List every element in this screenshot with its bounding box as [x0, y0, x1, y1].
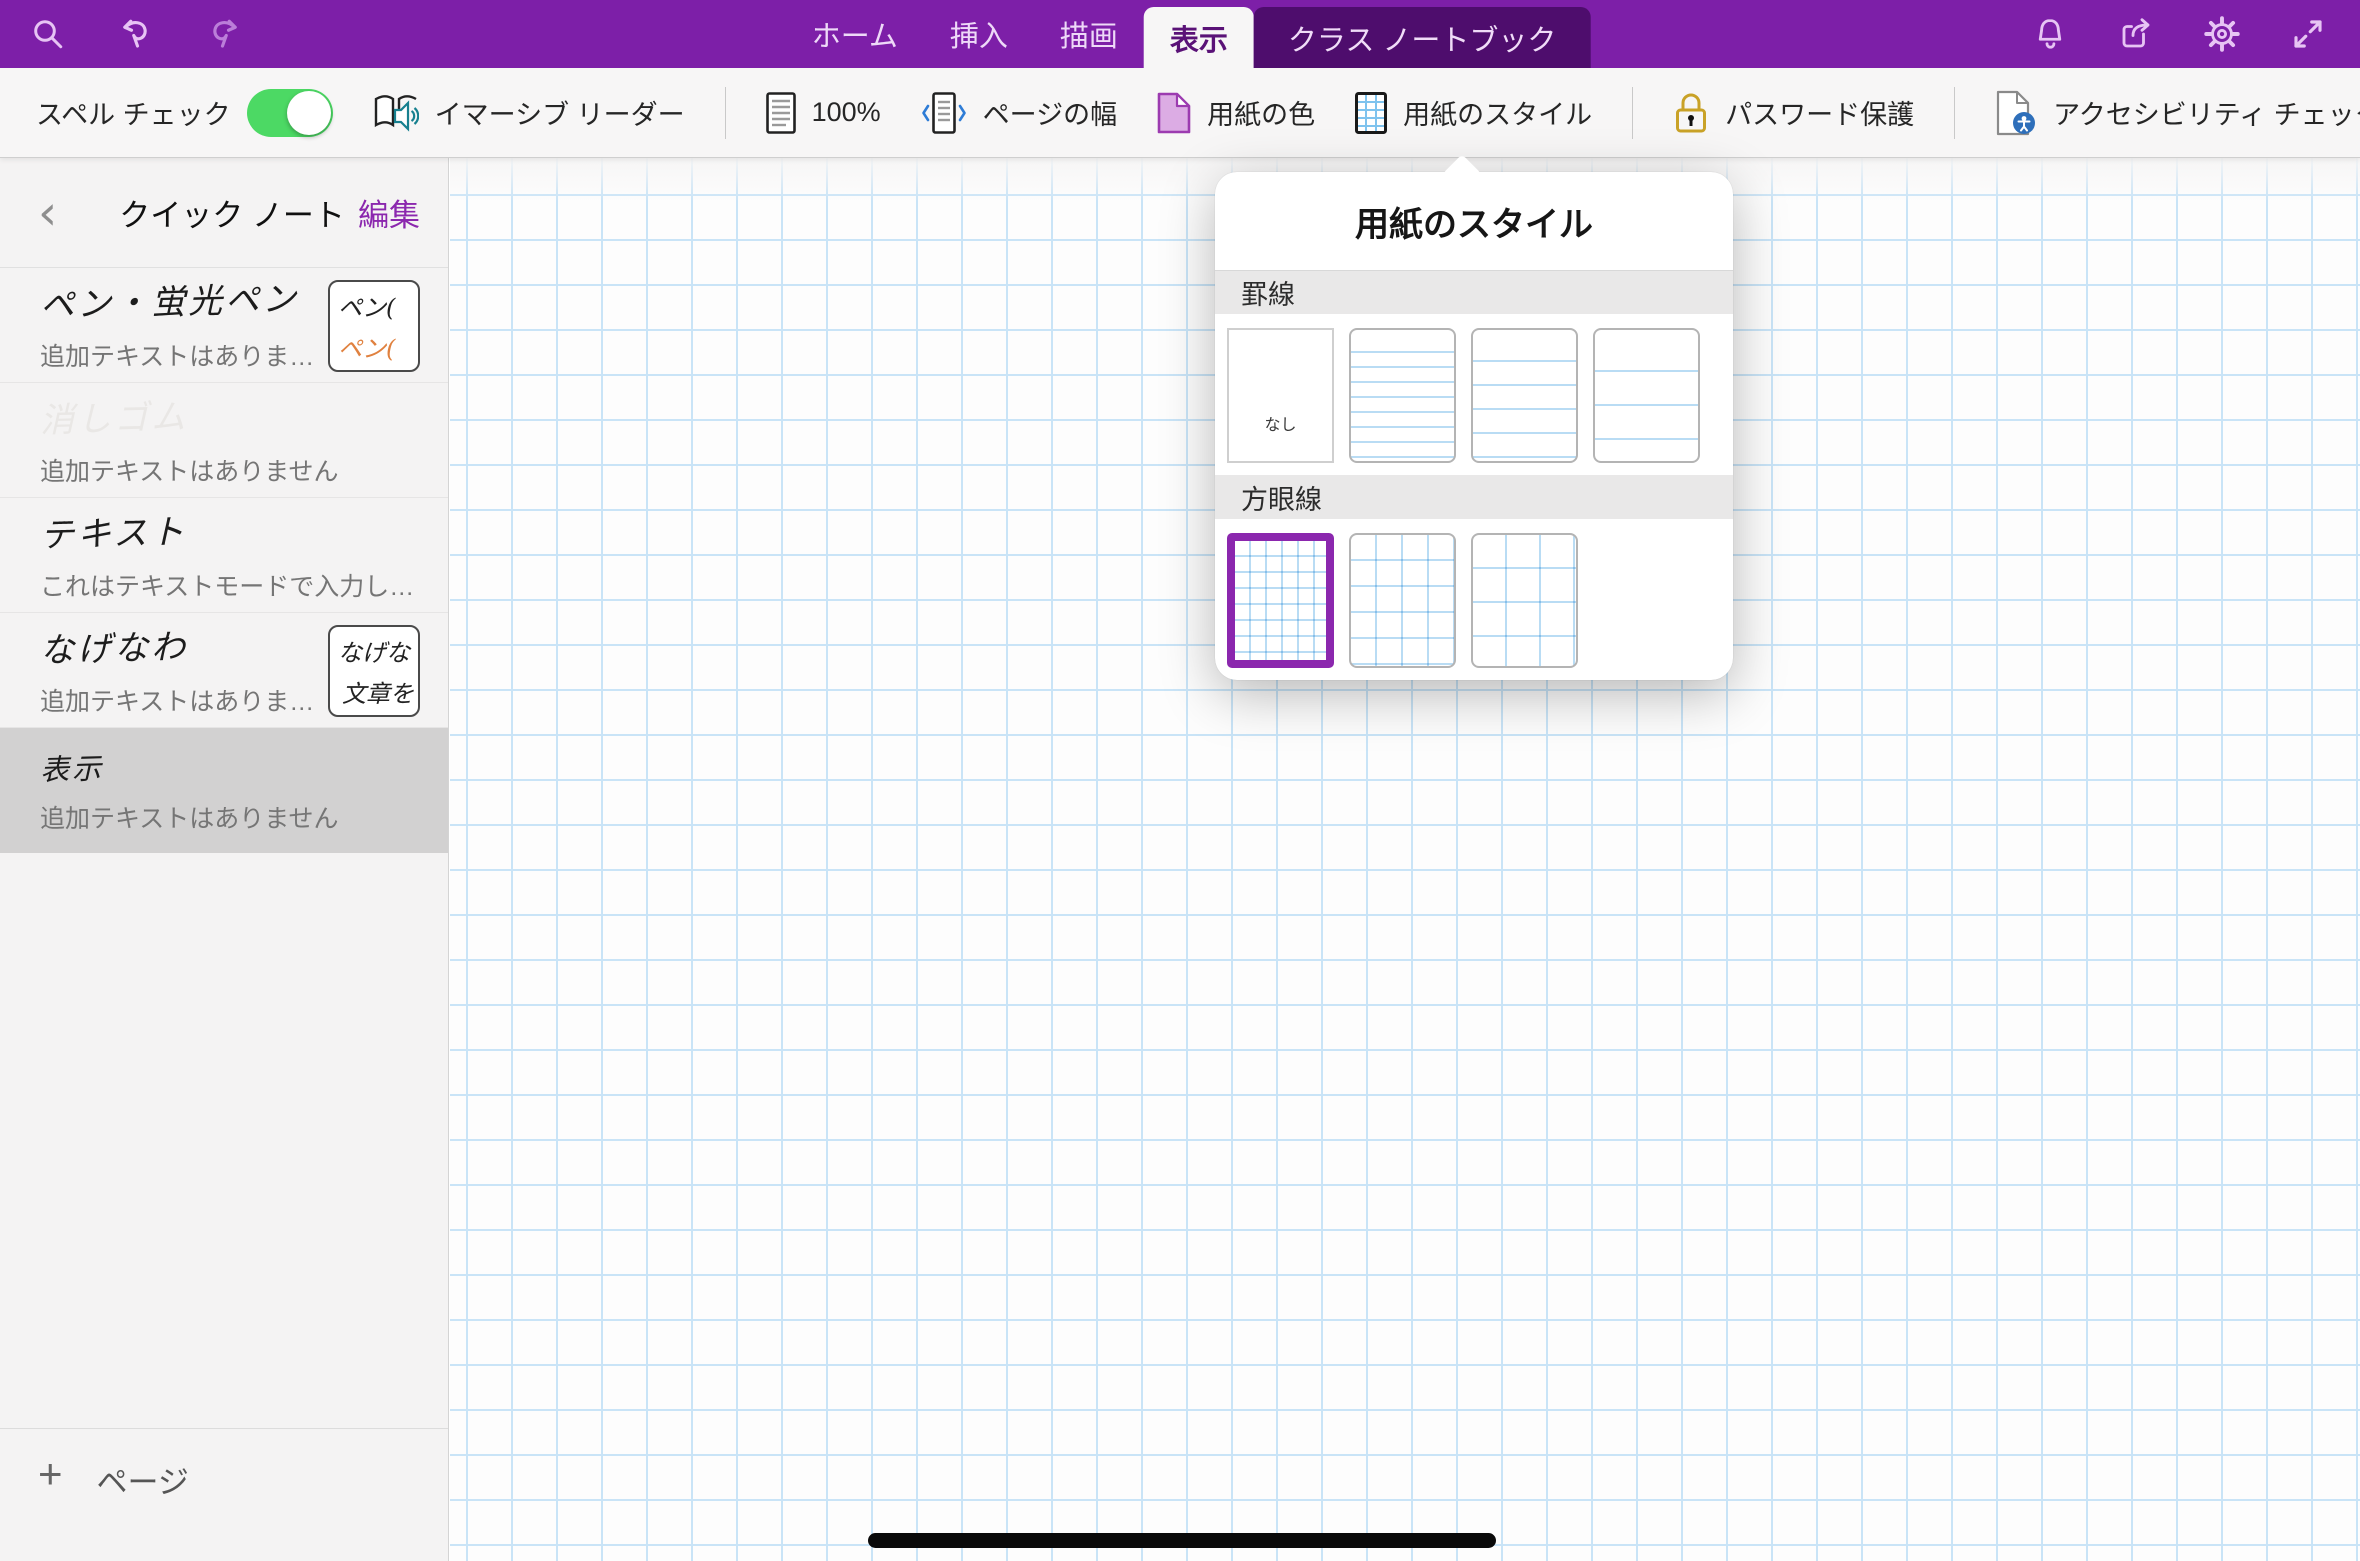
tab-home[interactable]: ホーム [786, 0, 924, 68]
tab-insert[interactable]: 挿入 [924, 0, 1034, 68]
spell-check-group: スペル チェック [36, 89, 333, 137]
ruled-options-row: なし [1215, 314, 1733, 475]
section-ruled-lines: 罫線 [1215, 270, 1733, 314]
tab-view[interactable]: 表示 [1144, 7, 1254, 68]
spell-check-toggle[interactable] [247, 89, 333, 137]
sidebar-header: ‹ クイック ノート 編集 [0, 158, 448, 268]
paper-style-option-ruled-medium[interactable] [1471, 328, 1578, 463]
page-subtitle: 追加テキストはありません [40, 452, 448, 488]
page-item-pen[interactable]: ペン・蛍光ペン 追加テキストはありま… ペン( ペン( [0, 268, 448, 383]
share-icon[interactable] [2118, 16, 2154, 52]
paper-style-option-grid-small-selected[interactable] [1227, 533, 1334, 668]
password-protect-button[interactable]: パスワード保護 [1673, 92, 1914, 134]
search-icon[interactable] [30, 16, 66, 52]
page-width-label: ページの幅 [983, 93, 1117, 132]
accessibility-check-label: アクセシビリティ チェック [2053, 93, 2360, 132]
toolbar-divider [1954, 87, 1955, 139]
add-page-button[interactable]: + ページ [0, 1428, 448, 1561]
accessibility-check-button[interactable]: アクセシビリティ チェック [1995, 90, 2360, 136]
page-thumbnail: ペン( ペン( [328, 280, 420, 372]
home-indicator-bar[interactable] [868, 1533, 1496, 1548]
redo-icon[interactable] [206, 16, 242, 52]
paper-style-button[interactable]: 用紙のスタイル [1355, 92, 1592, 134]
page-item-lasso[interactable]: なげなわ 追加テキストはありま… なげな 文章を [0, 613, 448, 728]
zoom-value: 100% [812, 97, 881, 128]
page-title: テキスト [39, 497, 448, 557]
titlebar-right-group [2032, 16, 2360, 52]
paper-style-popover: 用紙のスタイル 罫線 なし 方眼線 [1215, 172, 1733, 680]
thumbnail-ink: ペン( [338, 288, 414, 329]
toggle-knob [287, 91, 331, 135]
paper-style-label: 用紙のスタイル [1403, 93, 1592, 132]
page-list-sidebar: ‹ クイック ノート 編集 ペン・蛍光ペン 追加テキストはありま… ペン( ペン… [0, 158, 449, 1561]
page-thumbnail: なげな 文章を [328, 625, 420, 717]
section-label: 罫線 [1241, 273, 1295, 312]
paper-style-icon [1355, 92, 1387, 134]
notifications-icon[interactable] [2032, 16, 2068, 52]
paper-style-option-ruled-narrow[interactable] [1349, 328, 1456, 463]
paper-style-option-grid-medium[interactable] [1349, 533, 1456, 668]
toolbar-divider [725, 87, 726, 139]
page-title: 消しゴム [39, 382, 448, 442]
immersive-reader-label: イマーシブ リーダー [435, 93, 685, 132]
none-label: なし [1229, 411, 1332, 435]
paper-color-icon [1157, 92, 1191, 134]
toolbar-divider [1632, 87, 1633, 139]
immersive-reader-button[interactable]: イマーシブ リーダー [373, 92, 685, 134]
add-page-label: ページ [97, 1457, 189, 1502]
zoom-button[interactable]: 100% [766, 92, 881, 134]
spell-check-label: スペル チェック [36, 93, 231, 132]
section-grid-lines: 方眼線 [1215, 475, 1733, 519]
edit-button[interactable]: 編集 [358, 190, 420, 235]
plus-icon: + [38, 1457, 63, 1491]
page-title: 表示 [39, 736, 448, 789]
thumbnail-ink: なげな [338, 633, 414, 674]
password-protect-label: パスワード保護 [1725, 93, 1914, 132]
page-width-icon [921, 92, 967, 134]
grid-options-row [1215, 519, 1733, 680]
zoom-page-icon [766, 92, 796, 134]
ribbon-tabs: ホーム 挿入 描画 表示 クラス ノートブック [786, 0, 1591, 68]
paper-color-button[interactable]: 用紙の色 [1157, 92, 1315, 134]
tab-draw[interactable]: 描画 [1034, 0, 1144, 68]
page-item-text[interactable]: テキスト これはテキストモードで入力し… [0, 498, 448, 613]
back-chevron-icon[interactable]: ‹ [38, 189, 57, 237]
titlebar: ホーム 挿入 描画 表示 クラス ノートブック [0, 0, 2360, 68]
tab-class-notebook[interactable]: クラス ノートブック [1254, 7, 1590, 68]
page-subtitle: これはテキストモードで入力し… [40, 567, 448, 603]
paper-style-option-none[interactable]: なし [1227, 328, 1334, 463]
paper-style-option-ruled-wide[interactable] [1593, 328, 1700, 463]
page-width-button[interactable]: ページの幅 [921, 92, 1117, 134]
section-label: 方眼線 [1241, 478, 1322, 517]
lock-icon [1673, 92, 1709, 134]
page-subtitle: 追加テキストはありません [40, 799, 448, 835]
settings-icon[interactable] [2204, 16, 2240, 52]
immersive-reader-icon [373, 92, 419, 134]
onenote-app: ホーム 挿入 描画 表示 クラス ノートブック [0, 0, 2360, 1561]
thumbnail-ink: 文章を [338, 674, 414, 715]
titlebar-left-group [0, 16, 242, 52]
page-item-eraser[interactable]: 消しゴム 追加テキストはありません [0, 383, 448, 498]
expand-icon[interactable] [2290, 16, 2326, 52]
paper-style-option-grid-large[interactable] [1471, 533, 1578, 668]
paper-color-label: 用紙の色 [1207, 93, 1315, 132]
accessibility-check-icon [1995, 90, 2037, 136]
page-item-view-selected[interactable]: 表示 追加テキストはありません [0, 728, 448, 853]
notebook-title: クイック ノート [119, 190, 345, 235]
undo-icon[interactable] [118, 16, 154, 52]
popover-title: 用紙のスタイル [1215, 172, 1733, 270]
thumbnail-ink: ペン( [338, 329, 414, 370]
view-ribbon: スペル チェック イマーシブ リーダー 100% [0, 68, 2360, 158]
